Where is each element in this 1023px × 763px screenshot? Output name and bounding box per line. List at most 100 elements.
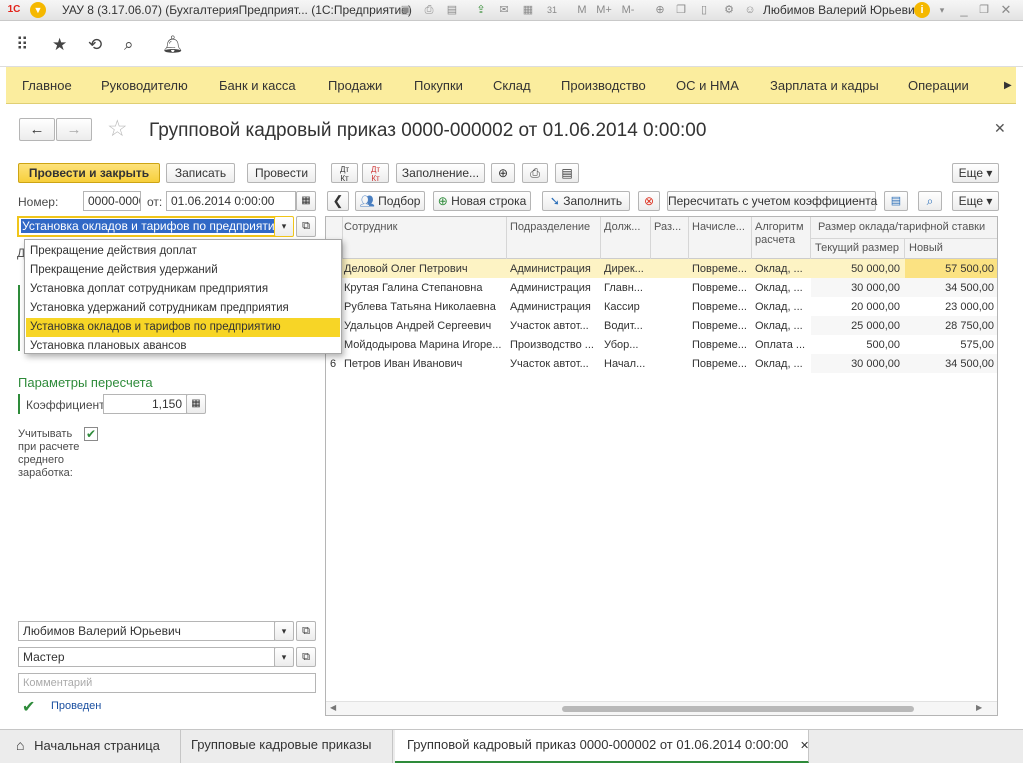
menu-item-manager[interactable]: Руководителю (101, 78, 188, 93)
menu-item-bank[interactable]: Банк и касса (219, 78, 296, 93)
average-earnings-checkbox[interactable]: ✔ (84, 427, 98, 441)
tab-orders-list[interactable]: Групповые кадровые приказы (181, 730, 393, 763)
col-current-size[interactable]: Текущий размер (815, 242, 903, 254)
responsible-dropdown-icon[interactable]: ▾ (274, 621, 294, 641)
grid-search-icon[interactable]: ⌕ (918, 191, 942, 211)
dt-kt-icon[interactable]: Дт Кт (331, 163, 358, 183)
cell-department[interactable]: Участок автот... (510, 358, 598, 370)
search-icon[interactable]: ⌕ (124, 35, 134, 55)
more-button[interactable]: Еще ▾ (952, 163, 999, 183)
master-dropdown-icon[interactable]: ▾ (274, 647, 294, 667)
cell-current-size[interactable]: 500,00 (812, 339, 900, 351)
cell-accrual[interactable]: Повреме... (692, 320, 750, 332)
grid-back-icon[interactable]: ❮ (327, 191, 349, 211)
cell-position[interactable]: Кассир (604, 301, 648, 313)
cell-current-size[interactable]: 30 000,00 (812, 282, 900, 294)
dropdown-item-selected[interactable]: Установка окладов и тарифов по предприят… (26, 318, 340, 337)
apps-grid-icon[interactable]: ⠿ (16, 35, 28, 55)
new-row-button[interactable]: ⊕ Новая строка (433, 191, 531, 211)
close-window-icon[interactable]: ✕ (998, 2, 1014, 18)
recalc-button[interactable]: Пересчитать с учетом коэффициента (667, 191, 877, 211)
cell-position[interactable]: Убор... (604, 339, 648, 351)
coefficient-field[interactable]: 1,150 (103, 394, 187, 414)
cell-algorithm[interactable]: Оклад, ... (755, 263, 809, 275)
responsible-open-icon[interactable]: ⧉ (296, 621, 316, 641)
operation-dropdown-icon[interactable]: ▾ (274, 216, 294, 237)
cell-position[interactable]: Главн... (604, 282, 648, 294)
memory-plus-icon[interactable]: M+ (594, 2, 614, 18)
cell-algorithm[interactable]: Оплата ... (755, 339, 809, 351)
col-new-size[interactable]: Новый (909, 242, 995, 254)
cell-position[interactable]: Начал... (604, 358, 648, 370)
scroll-left-icon[interactable]: ◀ (330, 703, 336, 712)
menu-item-salary[interactable]: Зарплата и кадры (770, 78, 879, 93)
dt-kt-red-icon[interactable]: Дт Кт (362, 163, 389, 183)
calendar-icon[interactable]: 31 (544, 2, 560, 18)
cell-employee[interactable]: Петров Иван Иванович (344, 358, 504, 370)
col-accrual[interactable]: Начисле... (692, 221, 750, 233)
cell-algorithm[interactable]: Оклад, ... (755, 320, 809, 332)
cell-current-size[interactable]: 30 000,00 (812, 358, 900, 370)
settings-icon[interactable]: ⚙ (721, 2, 737, 18)
cell-new-size[interactable]: 57 500,00 (906, 263, 994, 275)
cell-new-size[interactable]: 575,00 (906, 339, 994, 351)
fill-button[interactable]: ➘ Заполнить (542, 191, 630, 211)
favorite-star-icon[interactable]: ☆ (107, 115, 128, 142)
menu-item-main[interactable]: Главное (22, 78, 72, 93)
restore-icon[interactable]: ❐ (976, 2, 992, 18)
date-field[interactable]: 01.06.2014 0:00:00 (166, 191, 296, 211)
cell-accrual[interactable]: Повреме... (692, 282, 750, 294)
panel-icon[interactable]: ▯ (696, 2, 712, 18)
delete-row-icon[interactable]: ⊗ (638, 191, 660, 211)
dropdown-item[interactable]: Установка доплат сотрудникам предприятия (26, 280, 340, 299)
menu-item-warehouse[interactable]: Склад (493, 78, 531, 93)
status-posted[interactable]: Проведен (51, 700, 101, 712)
cell-position[interactable]: Дирек... (604, 263, 648, 275)
employees-table[interactable]: Сотрудник Подразделение Долж... Раз... Н… (325, 216, 998, 716)
filling-button[interactable]: Заполнение... (396, 163, 485, 183)
dropdown-item[interactable]: Установка плановых авансов (26, 337, 340, 356)
post-and-close-button[interactable]: Провести и закрыть (18, 163, 160, 183)
save-icon[interactable]: ▣ (398, 2, 414, 18)
col-department[interactable]: Подразделение (510, 221, 598, 233)
cell-employee[interactable]: Мойдодырова Марина Игоре... (344, 339, 504, 351)
number-field[interactable]: 0000-0000 (83, 191, 141, 211)
col-algorithm[interactable]: Алгоритм расчета (755, 221, 809, 247)
dropdown-item[interactable]: Установка удержаний сотрудникам предприя… (26, 299, 340, 318)
structure-icon[interactable]: ⊕ (491, 163, 515, 183)
calendar-picker-icon[interactable]: ▦ (296, 191, 316, 211)
cell-current-size[interactable]: 50 000,00 (812, 263, 900, 275)
cell-new-size[interactable]: 34 500,00 (906, 358, 994, 370)
save-button[interactable]: Записать (166, 163, 235, 183)
grid-settings-icon[interactable]: ▤ (884, 191, 908, 211)
cell-employee[interactable]: Удальцов Андрей Сергеевич (344, 320, 504, 332)
menu-item-assets[interactable]: ОС и НМА (676, 78, 739, 93)
info-icon[interactable]: i (914, 2, 930, 18)
operation-type-field[interactable]: Установка окладов и тарифов по предприят… (17, 216, 276, 237)
cell-accrual[interactable]: Повреме... (692, 339, 750, 351)
menu-item-operations[interactable]: Операции (908, 78, 969, 93)
tab-current-order[interactable]: Групповой кадровый приказ 0000-000002 от… (395, 730, 809, 763)
scroll-right-icon[interactable]: ▶ (976, 703, 982, 712)
memory-m-icon[interactable]: M (574, 2, 590, 18)
operation-type-dropdown[interactable]: Прекращение действия доплат Прекращение … (24, 239, 342, 354)
cell-current-size[interactable]: 25 000,00 (812, 320, 900, 332)
preview-icon[interactable]: ▤ (444, 2, 460, 18)
cell-department[interactable]: Администрация (510, 282, 598, 294)
col-position[interactable]: Долж... (604, 221, 648, 233)
menu-item-production[interactable]: Производство (561, 78, 646, 93)
menu-scroll-right-icon[interactable]: ▶ (1004, 80, 1012, 91)
tab-close-icon[interactable]: ✕ (800, 740, 809, 752)
cell-accrual[interactable]: Повреме... (692, 263, 750, 275)
master-field[interactable]: Мастер (18, 647, 275, 667)
col-salary-group[interactable]: Размер оклада/тарифной ставки (818, 221, 996, 233)
post-button[interactable]: Провести (247, 163, 316, 183)
dropdown-item[interactable]: Прекращение действия удержаний (26, 261, 340, 280)
cell-algorithm[interactable]: Оклад, ... (755, 301, 809, 313)
info-menu-icon[interactable]: ▾ (934, 2, 950, 18)
select-button[interactable]: 👥︎ Подбор (355, 191, 425, 211)
col-employee[interactable]: Сотрудник (344, 221, 504, 233)
cell-new-size[interactable]: 23 000,00 (906, 301, 994, 313)
dropdown-item[interactable]: Прекращение действия доплат (26, 242, 340, 261)
cell-department[interactable]: Участок автот... (510, 320, 598, 332)
